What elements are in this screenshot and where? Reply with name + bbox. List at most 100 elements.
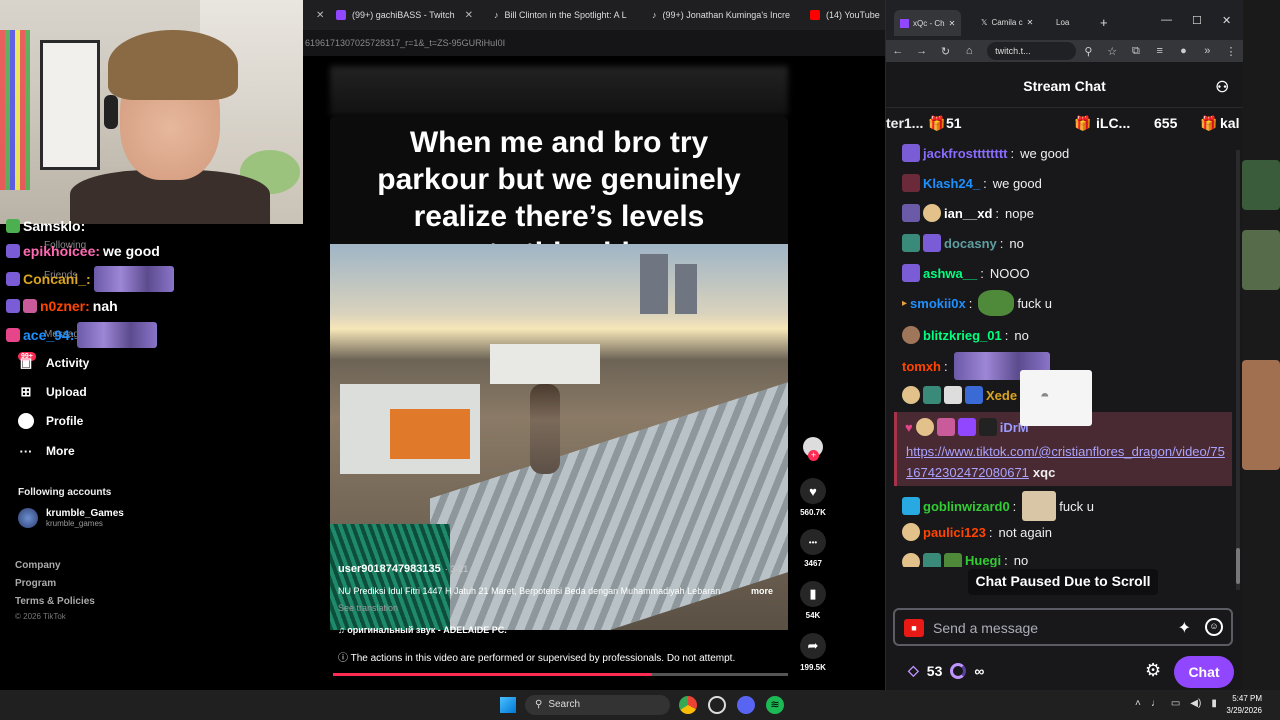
nav-more[interactable]: ··· More	[18, 443, 75, 459]
chat-username[interactable]: Huegi	[965, 553, 1001, 567]
progress-fill	[333, 673, 652, 676]
new-tab-button[interactable]: +	[1100, 12, 1108, 32]
menu-icon[interactable]: ⋮	[1219, 45, 1243, 58]
thumbnail-image	[1242, 230, 1280, 290]
microphone-icon[interactable]: ♩	[1151, 698, 1161, 709]
tiktok-link[interactable]: https://www.tiktok.com/@cristianflores_d…	[906, 444, 1225, 480]
chevron-up-icon[interactable]: ˄	[1135, 698, 1141, 709]
tab-youtube[interactable]: (14) YouTube	[804, 4, 890, 26]
footer-program[interactable]: Program	[15, 578, 56, 589]
scrollbar-thumb[interactable]	[1236, 548, 1240, 584]
chat-input[interactable]: ■ Send a message ✦ ☺	[893, 608, 1233, 646]
window-close-icon[interactable]: ✕	[1222, 14, 1231, 27]
extensions-icon[interactable]: ⧉	[1124, 45, 1148, 58]
follow-plus-icon[interactable]: +	[808, 450, 819, 461]
chat-username[interactable]: Xede	[986, 388, 1017, 403]
nav-label: More	[46, 444, 75, 458]
spotify-icon[interactable]: ≋	[766, 696, 784, 714]
back-icon[interactable]: ←	[886, 45, 910, 57]
chat-text: no	[1009, 235, 1024, 251]
tab-close-icon[interactable]: ✕	[306, 4, 326, 26]
chat-username[interactable]: blitzkrieg_01	[923, 328, 1002, 343]
overlay-chat-line: Concani_:	[6, 266, 174, 292]
nav-upload[interactable]: ⊞ Upload	[18, 384, 87, 400]
chat-username[interactable]: jackfrostttttttt	[923, 146, 1008, 161]
following-account-item[interactable]: krumble_Games krumble_games	[18, 508, 124, 528]
windows-start-icon[interactable]	[500, 697, 516, 713]
discord-icon[interactable]	[737, 696, 755, 714]
chat-message: jackfrostttttttt: we good	[902, 144, 1069, 162]
nav-profile[interactable]: Profile	[18, 413, 83, 429]
tab-tiktok-1[interactable]: ♪ Bill Clinton in the Spotlight: A L ✕	[488, 4, 638, 26]
share-button[interactable]: ➦ 199.5K	[800, 633, 826, 672]
chat-username[interactable]: ashwa__	[923, 266, 977, 281]
close-icon[interactable]: ✕	[1027, 18, 1034, 27]
video-progress-bar[interactable]	[333, 673, 788, 676]
more-tabs-icon[interactable]: »	[1195, 45, 1219, 57]
taskbar-search[interactable]: ⚲ Search	[525, 695, 670, 715]
bookmark-star-icon[interactable]: ☆	[1100, 45, 1124, 58]
tab-xqc-chat[interactable]: xQc - Ch ✕	[894, 10, 962, 36]
tab-camila[interactable]: 𝕏 Camila c ✕	[981, 12, 1033, 32]
battery-icon[interactable]: ▮	[1211, 698, 1217, 709]
chat-window-tabbar: xQc - Ch ✕ 𝕏 Camila c ✕ Loa + — ☐ ✕	[886, 0, 1243, 40]
chat-text: nope	[1005, 205, 1034, 221]
community-icon[interactable]: ⚇	[1216, 78, 1229, 96]
media-icon[interactable]: ≡	[1148, 45, 1172, 57]
emoji-icon[interactable]: ☺	[1205, 618, 1223, 636]
overlay-chat-line: epikhoicee: we good	[6, 243, 160, 259]
home-icon[interactable]: ⌂	[957, 45, 981, 57]
nav-activity[interactable]: ▣ Activity	[18, 355, 90, 371]
leaderboard-user: ter1...	[886, 115, 924, 131]
building	[675, 264, 697, 314]
chat-username[interactable]: tomxh	[902, 359, 941, 374]
chat-scrollbar[interactable]	[1236, 150, 1240, 590]
tab-tiktok-2[interactable]: ♪ (99+) Jonathan Kuminga's Incre✕	[646, 4, 798, 26]
footer-terms[interactable]: Terms & Policies	[15, 596, 95, 607]
chat-username[interactable]: paulici123	[923, 525, 986, 540]
close-icon[interactable]: ✕	[465, 10, 473, 21]
sound-link[interactable]: ♫ оригинальный звук - ADELAIDE PC.	[338, 625, 507, 635]
maximize-icon[interactable]: ☐	[1192, 14, 1202, 27]
tab-title: Bill Clinton in the Spotlight: A L	[504, 10, 627, 20]
forward-icon[interactable]: →	[910, 45, 934, 57]
nav-label: Profile	[46, 414, 84, 428]
taskbar-clock[interactable]: 5:47 PM 3/29/2026	[1222, 693, 1262, 717]
see-translation-link[interactable]: See translation	[338, 603, 398, 613]
comment-button[interactable]: ••• 3467	[800, 529, 826, 568]
footer-company[interactable]: Company	[15, 560, 61, 571]
network-icon[interactable]: ▭	[1171, 698, 1180, 709]
x-icon: 𝕏	[981, 17, 988, 27]
more-link[interactable]: more	[751, 586, 773, 596]
chat-paused-banner[interactable]: Chat Paused Due to Scroll	[968, 569, 1158, 595]
camera-icon[interactable]: ■	[904, 619, 924, 637]
video-player[interactable]: When me and bro try parkour but we genui…	[330, 116, 788, 630]
close-icon[interactable]: ✕	[949, 19, 956, 28]
tab-loading[interactable]: Loa	[1056, 12, 1069, 32]
tiktok-icon: ♪	[652, 10, 657, 20]
channel-points[interactable]: ◇ 53 ∞	[908, 662, 984, 679]
gear-icon[interactable]: ⚙	[1145, 660, 1161, 681]
chat-address-bar[interactable]: twitch.t...	[987, 42, 1077, 60]
chat-username[interactable]: docasny	[944, 236, 997, 251]
volume-icon[interactable]: ◀)	[1190, 698, 1201, 709]
obs-icon[interactable]	[708, 696, 726, 714]
chat-username[interactable]: ian__xd	[944, 206, 992, 221]
chat-username[interactable]: goblinwizard0	[923, 499, 1010, 514]
like-button[interactable]: ♥ 560.7K	[800, 478, 826, 517]
minimize-icon[interactable]: —	[1161, 14, 1172, 26]
profile-icon[interactable]: ●	[1172, 45, 1196, 57]
zoom-icon[interactable]: ⚲	[1076, 45, 1100, 58]
bookmark-button[interactable]: ▮ 54K	[800, 581, 826, 620]
chat-username[interactable]: smokii0x	[910, 296, 966, 311]
tab-twitch[interactable]: (99+) gachiBASS - Twitch ✕	[330, 4, 480, 26]
badge-icon	[902, 204, 920, 222]
chat-send-button[interactable]: Chat	[1174, 656, 1234, 688]
reload-icon[interactable]: ↻	[934, 45, 958, 58]
close-icon[interactable]: ✕	[637, 10, 638, 21]
address-bar[interactable]: 6196171307025728317_r=1&_t=ZS-95GURiHuI0…	[303, 30, 890, 56]
video-username[interactable]: user9018747983135 · 3-21	[338, 563, 468, 575]
chat-username[interactable]: Klash24_	[923, 176, 980, 191]
sparkle-icon[interactable]: ✦	[1178, 618, 1191, 638]
chrome-icon[interactable]	[679, 696, 697, 714]
